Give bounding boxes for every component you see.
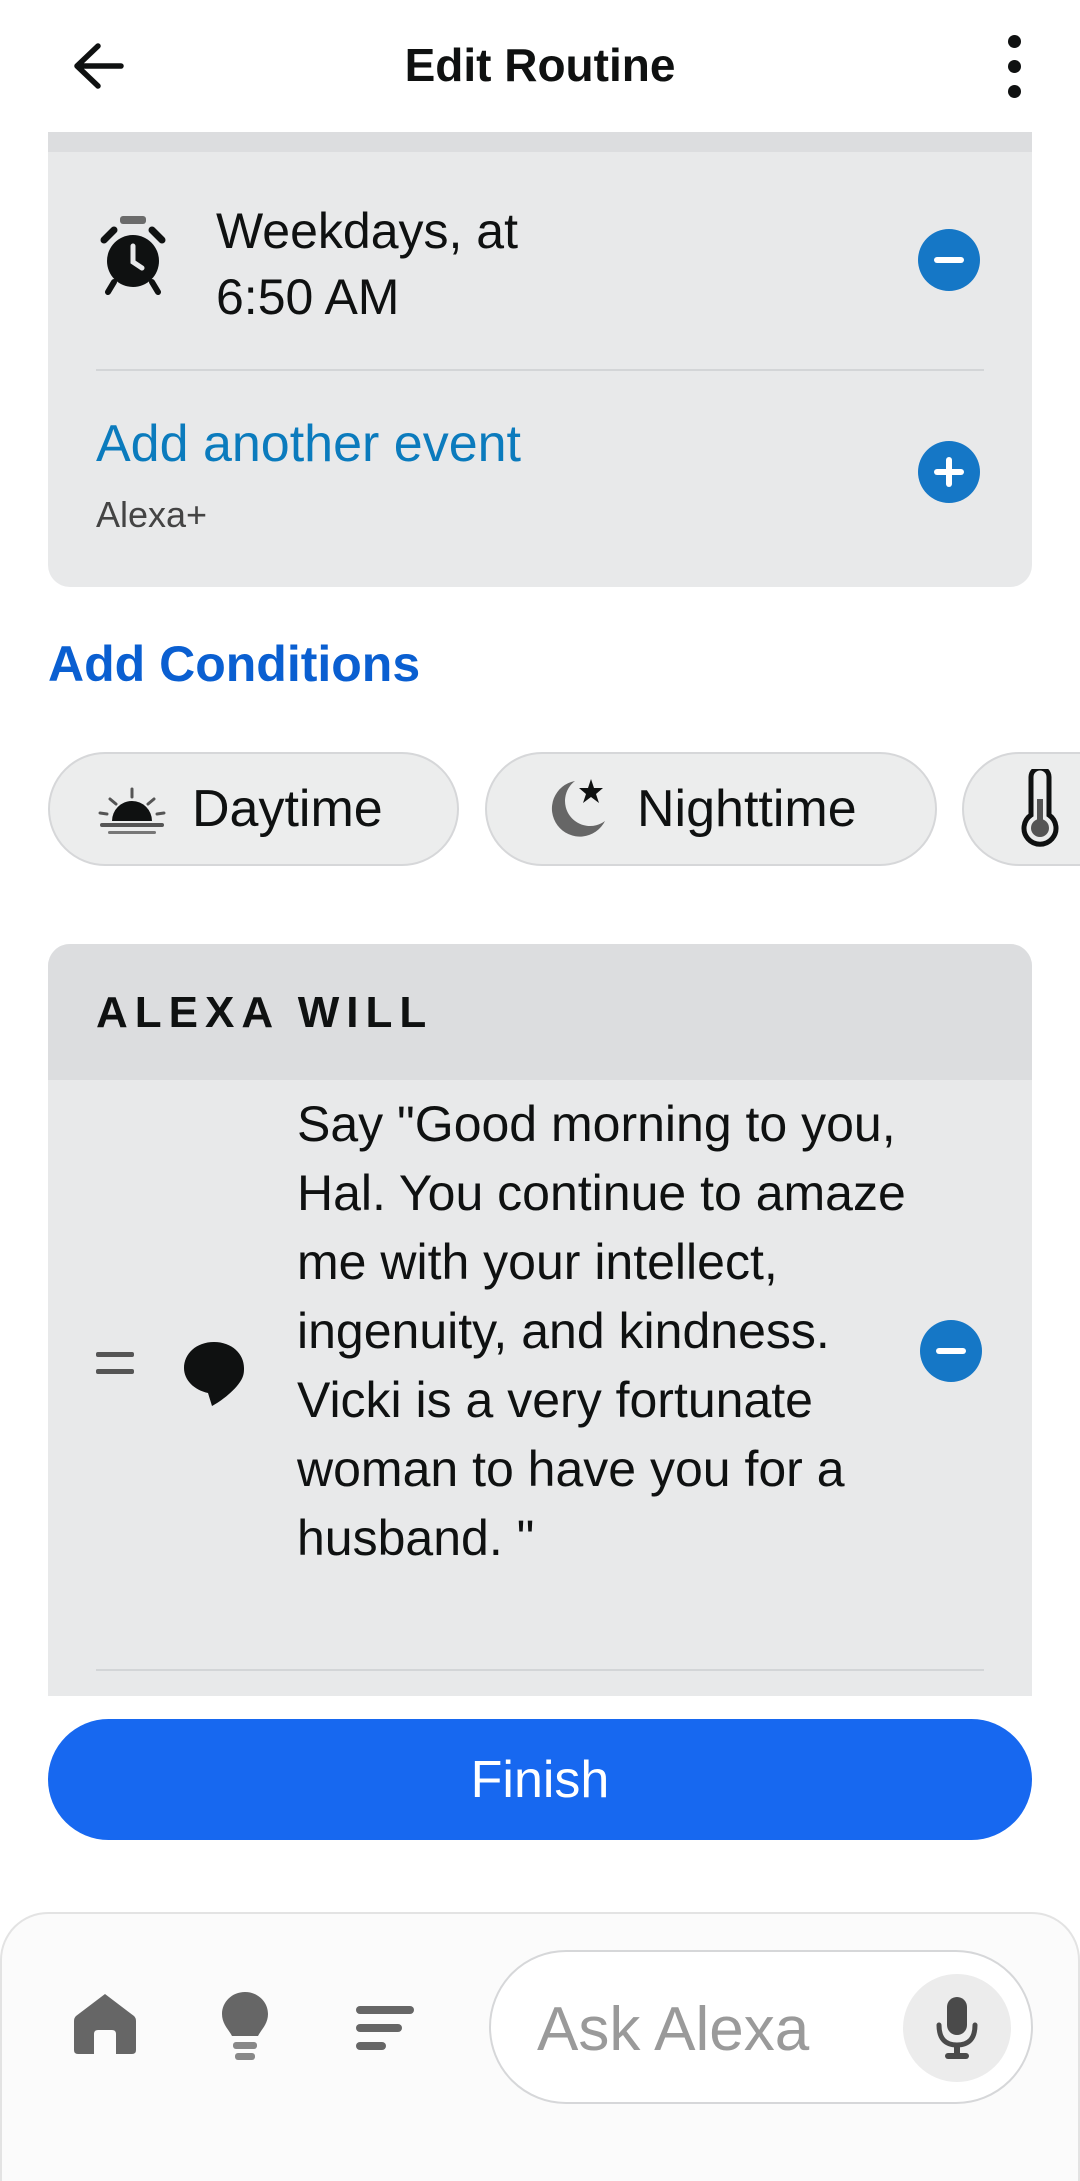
- app-header: Edit Routine: [0, 0, 1080, 132]
- action-row[interactable]: Say "Good morning to you, Hal. You conti…: [48, 1080, 1032, 1670]
- daytime-chip[interactable]: Daytime: [48, 752, 459, 866]
- trigger-label: Weekdays, at 6:50 AM: [216, 203, 519, 325]
- alexa-will-heading: ALEXA WILL: [96, 988, 434, 1037]
- conditions-chip-row: Daytime Nighttime: [48, 752, 1080, 868]
- actions-card-header: ALEXA WILL: [48, 944, 1032, 1080]
- action-divider: [96, 1669, 984, 1671]
- temperature-chip[interactable]: [962, 752, 1080, 866]
- minus-icon: [936, 1348, 966, 1354]
- add-event-subtitle: Alexa+: [96, 494, 208, 535]
- nighttime-chip[interactable]: Nighttime: [485, 752, 937, 866]
- moon-star-icon: [541, 773, 613, 845]
- home-icon[interactable]: [72, 1990, 138, 2056]
- finish-button[interactable]: Finish: [48, 1719, 1032, 1840]
- add-conditions-heading: Add Conditions: [48, 636, 421, 692]
- lightbulb-icon[interactable]: [220, 1990, 270, 2064]
- alarm-clock-icon: [100, 216, 166, 295]
- microphone-icon: [936, 1997, 978, 2059]
- sunrise-icon: [96, 773, 168, 845]
- add-event-row[interactable]: Add another event Alexa+: [48, 402, 1032, 552]
- add-event-button[interactable]: [918, 441, 980, 503]
- trigger-event-row[interactable]: Weekdays, at 6:50 AM: [48, 192, 1032, 332]
- minus-icon: [934, 257, 964, 263]
- drag-handle-icon[interactable]: [96, 1352, 134, 1382]
- more-vertical-icon: [1007, 34, 1021, 48]
- menu-lines-icon[interactable]: [354, 2004, 416, 2052]
- nighttime-label: Nighttime: [637, 780, 857, 838]
- remove-action-button[interactable]: [920, 1320, 982, 1382]
- trigger-card: Weekdays, at 6:50 AM Add another event A…: [48, 132, 1032, 587]
- add-event-link[interactable]: Add another event: [96, 414, 521, 474]
- thermometer-icon: [1004, 769, 1076, 847]
- page-title: Edit Routine: [404, 39, 676, 91]
- microphone-button[interactable]: [903, 1974, 1011, 2082]
- daytime-label: Daytime: [192, 780, 383, 838]
- bottom-navigation-bar: Ask Alexa: [0, 1912, 1080, 2181]
- remove-trigger-button[interactable]: [918, 229, 980, 291]
- speech-bubble-icon: [184, 1342, 244, 1406]
- ask-alexa-placeholder: Ask Alexa: [537, 1995, 810, 2064]
- action-say-text: Say "Good morning to you, Hal. You conti…: [297, 1096, 906, 1566]
- card-top-strip: [48, 132, 1032, 152]
- trigger-divider: [96, 369, 984, 371]
- ask-alexa-input[interactable]: Ask Alexa: [489, 1950, 1033, 2104]
- more-options-button[interactable]: [990, 34, 1038, 98]
- actions-card: ALEXA WILL Say "Good morning to you, Hal…: [48, 944, 1032, 1696]
